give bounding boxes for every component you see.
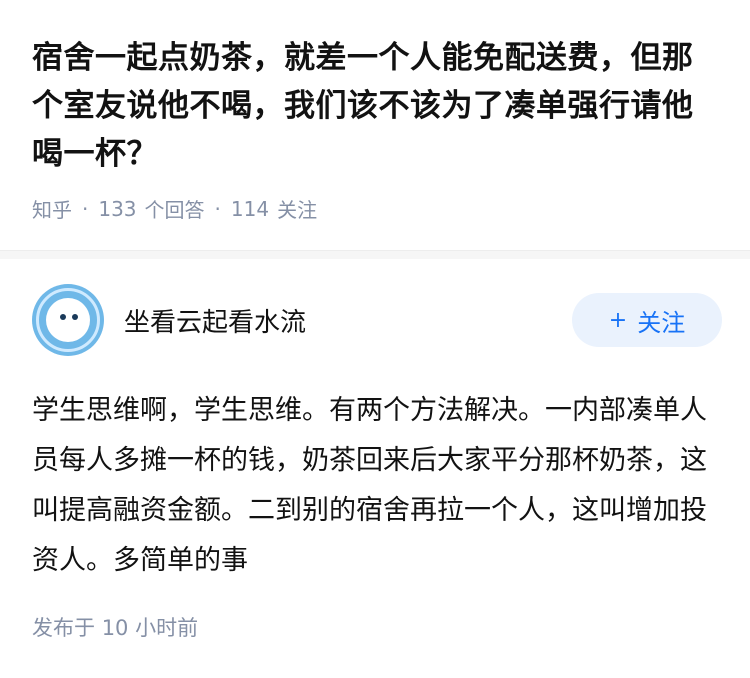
separator-dot: ·	[214, 196, 221, 221]
question-header: 宿舍一起点奶茶，就差一个人能免配送费，但那个室友说他不喝，我们该不该为了凑单强行…	[32, 34, 722, 223]
avatar-face	[46, 298, 90, 342]
published-value: 10 小时前	[101, 616, 199, 640]
follower-count-label[interactable]: 关注	[277, 194, 317, 223]
answer-count-label[interactable]: 个回答	[145, 194, 205, 223]
published-time: 发布于 10 小时前	[32, 612, 198, 642]
answer-card: 坐看云起看水流 + 关注 学生思维啊，学生思维。有两个方法解决。一内部凑单人员每…	[32, 284, 722, 586]
plus-icon: +	[608, 307, 628, 333]
answer-count: 133	[98, 196, 137, 221]
section-divider	[0, 250, 750, 259]
follow-label: 关注	[637, 308, 686, 337]
author-name[interactable]: 坐看云起看水流	[124, 302, 572, 339]
source-label[interactable]: 知乎	[32, 194, 72, 223]
answer-content: 学生思维啊，学生思维。有两个方法解决。一内部凑单人员每人多摊一杯的钱，奶茶回来后…	[32, 395, 707, 576]
avatar[interactable]	[32, 284, 104, 356]
author-row: 坐看云起看水流 + 关注	[32, 284, 722, 356]
avatar-eye	[60, 314, 66, 320]
question-meta: 知乎 · 133 个回答 · 114 关注	[32, 194, 722, 223]
separator-dot: ·	[82, 196, 89, 221]
published-prefix: 发布于	[32, 616, 95, 640]
follow-button[interactable]: + 关注	[572, 293, 722, 347]
follower-count: 114	[230, 196, 270, 221]
question-title[interactable]: 宿舍一起点奶茶，就差一个人能免配送费，但那个室友说他不喝，我们该不该为了凑单强行…	[32, 34, 722, 178]
avatar-eye	[72, 314, 78, 320]
